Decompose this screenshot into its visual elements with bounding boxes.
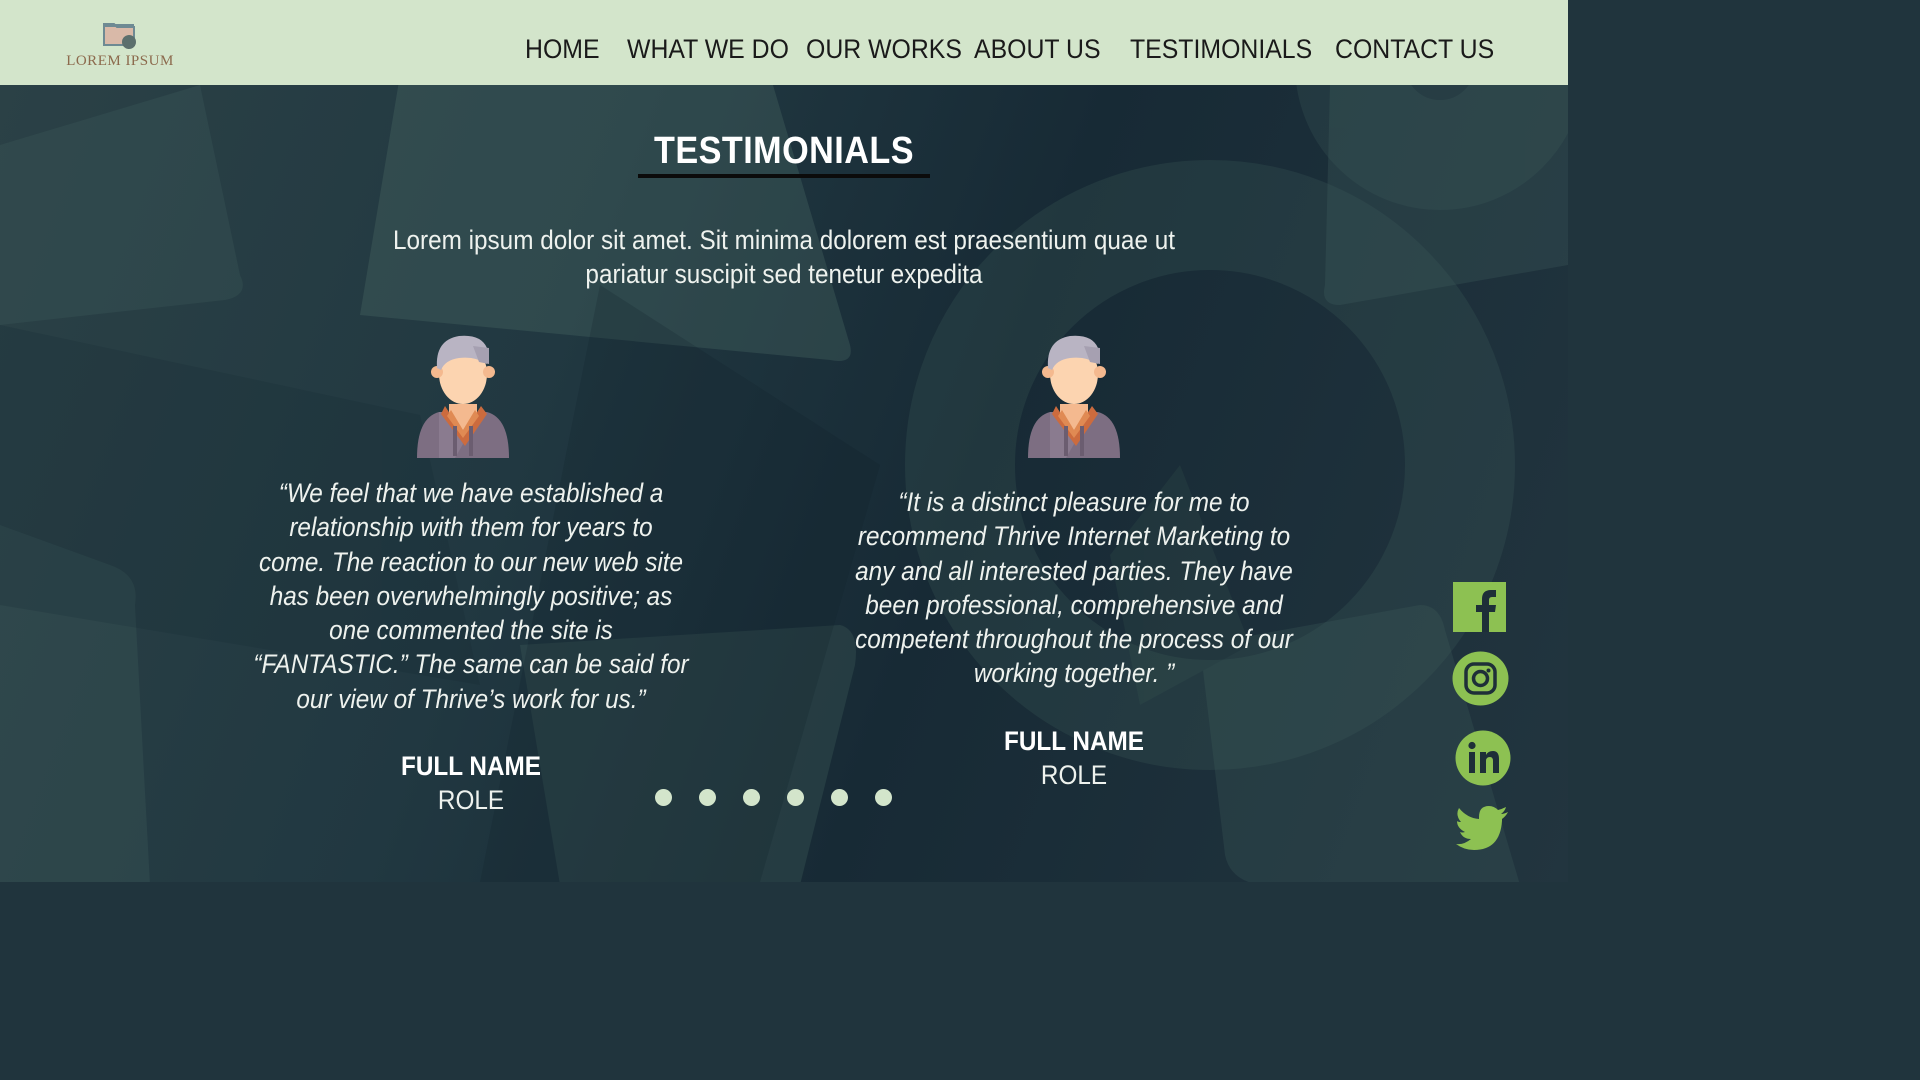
person-name: FULL NAME <box>1004 726 1144 756</box>
quote-line: been professional, comprehensive and <box>865 589 1283 620</box>
quote-line: our view of Thrive’s work for us.” <box>296 683 646 714</box>
quote-line: “It is a distinct pleasure for me to <box>898 487 1250 517</box>
quote-line: competent throughout the process of our <box>855 624 1293 655</box>
intro-text: Lorem ipsum dolor sit amet. Sit minima d… <box>334 223 1234 291</box>
quote-line: recommend Thrive Internet Marketing to <box>857 521 1291 552</box>
carousel-dot[interactable] <box>743 789 760 806</box>
linkedin-icon[interactable] <box>1455 730 1511 786</box>
quote-line: relationship with them for years to <box>289 512 653 543</box>
carousel-dot[interactable] <box>787 789 804 806</box>
testimonials-section: TESTIMONIALS Lorem ipsum dolor sit amet.… <box>0 85 1568 882</box>
person-role: ROLE <box>437 785 505 815</box>
instagram-icon[interactable] <box>1452 651 1509 706</box>
person-role: ROLE <box>1040 760 1108 790</box>
twitter-icon[interactable] <box>1456 806 1509 854</box>
intro-line: pariatur suscipit sed tenetur expedita <box>585 259 983 289</box>
nav-home[interactable]: HOME <box>525 34 600 65</box>
nav-what-we-do[interactable]: WHAT WE DO <box>627 34 789 65</box>
logo-text: LOREM IPSUM <box>66 53 174 69</box>
quote-line: “FANTASTIC.” The same can be said for <box>253 649 689 680</box>
person-name: FULL NAME <box>401 751 541 781</box>
quote-line: any and all interested parties. They hav… <box>855 555 1293 586</box>
logo[interactable]: LOREM IPSUM <box>52 18 192 73</box>
quote-line: come. The reaction to our new web site <box>258 546 684 577</box>
carousel-dot[interactable] <box>655 789 672 806</box>
testimonial-quote: “It is a distinct pleasure for me to rec… <box>822 485 1326 691</box>
quote-line: working together. ” <box>973 658 1175 689</box>
quote-line: “We feel that we have established a <box>278 478 664 508</box>
nav-about-us[interactable]: ABOUT US <box>974 34 1101 65</box>
nav-contact-us[interactable]: CONTACT US <box>1335 34 1494 65</box>
testimonial-quote: “We feel that we have established a rela… <box>219 476 723 716</box>
intro-line: Lorem ipsum dolor sit amet. Sit minima d… <box>392 225 1175 255</box>
nav-our-works[interactable]: OUR WORKS <box>806 34 962 65</box>
person-avatar-icon <box>417 335 509 458</box>
quote-line: has been overwhelmingly positive; as <box>269 580 673 611</box>
page-title: TESTIMONIALS <box>653 130 914 172</box>
carousel-dot[interactable] <box>831 789 848 806</box>
person-avatar-icon <box>1028 335 1120 458</box>
site-header: LOREM IPSUM HOME WHAT WE DO OUR WORKS AB… <box>0 0 1568 85</box>
carousel-dot[interactable] <box>875 789 892 806</box>
facebook-icon[interactable] <box>1453 582 1506 632</box>
folder-logo-icon <box>103 23 136 49</box>
carousel-dot[interactable] <box>699 789 716 806</box>
quote-line: one commented the site is <box>329 615 613 646</box>
nav-testimonials[interactable]: TESTIMONIALS <box>1130 34 1312 65</box>
title-underline <box>638 174 930 178</box>
